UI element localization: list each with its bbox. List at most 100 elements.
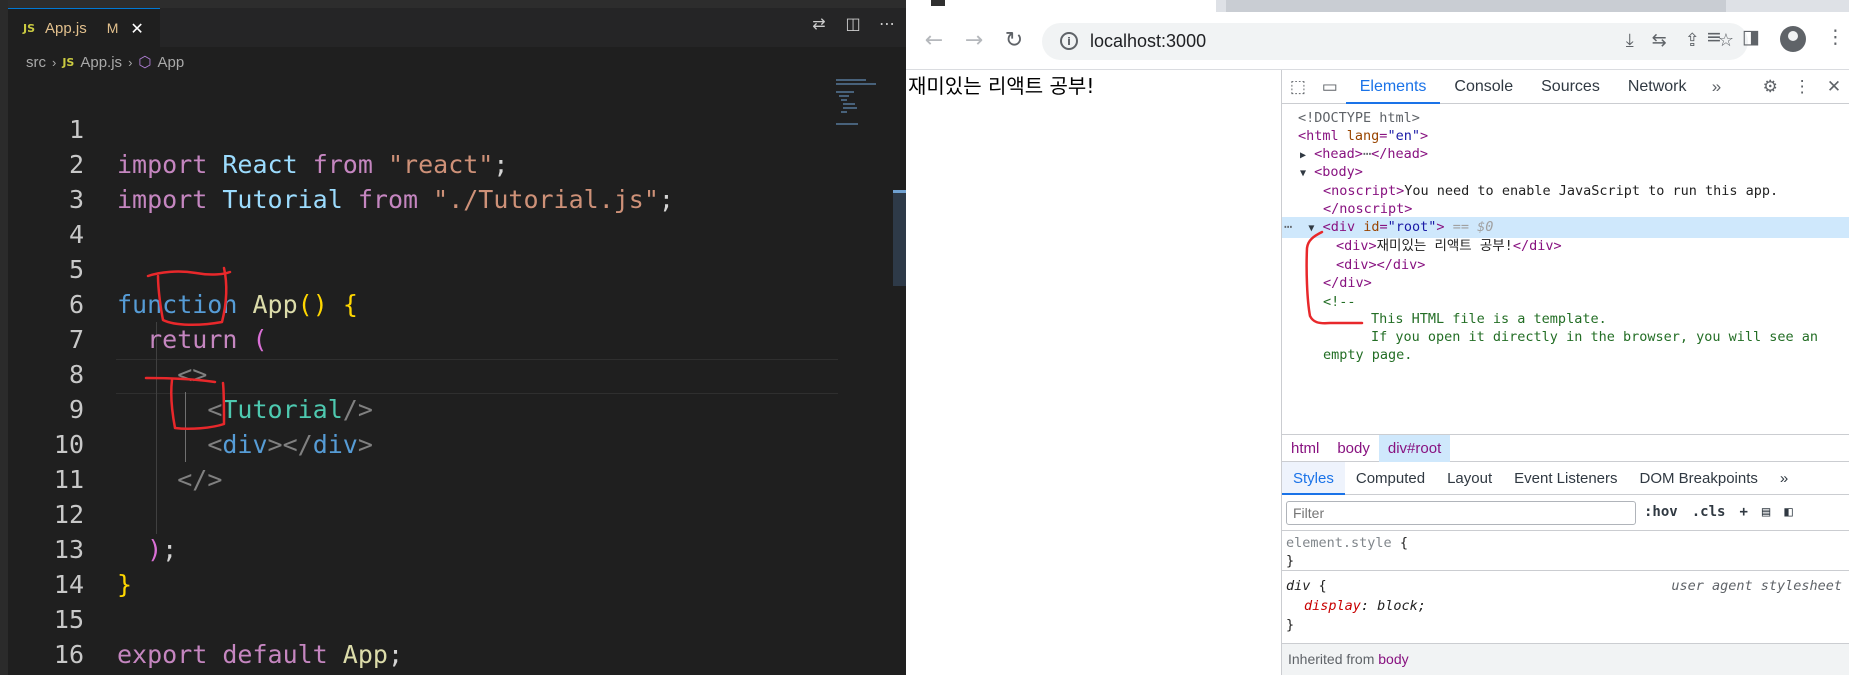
code-line: 2 import Tutorial from "./Tutorial.js"; [8,112,828,214]
code-line: 1 import React from "react"; [8,77,828,179]
side-panel-icon[interactable]: ◨ [1742,26,1760,52]
editor-tab-bar: JS App.js M ✕ ⇄ ◫ ⋯ [8,0,906,47]
url-text: localhost:3000 [1090,31,1207,51]
hover-state-toggle[interactable]: :hov [1644,504,1678,520]
tab-styles[interactable]: Styles [1282,461,1345,495]
code-line: 7 <> [8,287,828,389]
triangle-down-icon: ▼ [1300,168,1307,179]
code-line: 5 function App() { [8,217,828,319]
dom-node[interactable]: </div> [1282,273,1849,294]
code-line: 4 [8,182,828,249]
install-app-icon[interactable]: ⤓ [1626,30,1634,51]
class-toggle[interactable]: .cls [1692,504,1726,520]
breadcrumb-symbol[interactable]: App [158,54,185,71]
code-editor[interactable]: 1 import React from "react"; 2 import Tu… [8,77,906,675]
modified-indicator: M [106,20,119,36]
source-control-icon[interactable]: ⇄ [810,14,828,33]
node-actions-icon: ⋯ [1284,219,1293,235]
javascript-file-icon: JS [23,21,36,35]
tab-app-js[interactable]: JS App.js M ✕ [8,8,160,47]
code-line: 10 </> [8,392,828,494]
share-icon[interactable]: ⇪ [1685,30,1700,51]
browser-actions: ≡ ◨ ⋮ [1706,26,1845,52]
more-icon[interactable]: ⋯ [878,14,896,33]
translate-icon[interactable]: ⇆ [1652,30,1667,51]
devtools-panel: ⬚ ▭ Elements Console Sources Network » ⚙… [1281,70,1849,675]
code-line: 14 [8,532,828,599]
tab-network[interactable]: Network [1614,70,1701,104]
rule-source-link[interactable]: user agent stylesheet [1671,577,1842,596]
tab-console[interactable]: Console [1440,70,1527,104]
browser-tab[interactable] [1226,0,1726,12]
tab-computed[interactable]: Computed [1345,462,1436,495]
page-heading-text: 재미있는 리액트 공부! [908,74,1095,98]
profile-avatar[interactable] [1779,26,1806,52]
more-tabs-icon[interactable]: » [1769,462,1799,495]
tab-layout[interactable]: Layout [1436,462,1503,495]
dom-node-body[interactable]: ▼ <body> [1282,162,1849,183]
paint-icon[interactable]: ▤ [1762,504,1770,520]
breadcrumb: src › JS App.js › ⬡ App [8,47,906,77]
tab-sources[interactable]: Sources [1527,70,1614,104]
web-page-viewport: 재미있는 리액트 공부! [906,70,1281,675]
code-line: 11 [8,427,828,494]
close-icon[interactable]: ✕ [1818,77,1849,97]
code-line: 12 ); [8,462,828,564]
reload-icon[interactable]: ↻ [1000,28,1028,53]
ellipsis-icon: ⋯ [1362,146,1372,162]
inherited-from-row: Inherited from body [1282,644,1849,675]
styles-filter-input[interactable] [1286,501,1636,525]
browser-tab-active[interactable] [906,0,1216,12]
favicon-icon [931,0,945,6]
device-toolbar-icon[interactable]: ▭ [1314,77,1346,97]
crumb-html[interactable]: html [1282,435,1328,462]
dom-node[interactable]: <div>재미있는 리액트 공부!</div> [1282,236,1849,257]
breadcrumb-folder[interactable]: src [26,54,46,71]
line-number: 16 [53,640,84,669]
back-arrow-icon[interactable]: ← [920,28,948,53]
address-bar[interactable]: i localhost:3000 ⤓ ⇆ ⇪ ☆ [1042,23,1748,60]
sidebar-toggle-icon[interactable]: ◧ [1784,504,1792,520]
inspect-element-icon[interactable]: ⬚ [1282,77,1314,97]
info-icon[interactable]: i [1060,32,1078,50]
styles-tab-bar: Styles Computed Layout Event Listeners D… [1282,461,1849,495]
more-tabs-icon[interactable]: » [1701,77,1733,97]
dom-breadcrumb: html body div#root [1282,434,1849,462]
crumb-div-root[interactable]: div#root [1378,434,1451,462]
style-rule-div[interactable]: div { user agent stylesheet display: blo… [1282,571,1849,644]
dom-comment: empty page. [1323,347,1413,363]
inherited-tag-link[interactable]: body [1378,651,1408,667]
dom-tree[interactable]: <!DOCTYPE html> <html lang="en"> ▶ <head… [1282,104,1849,434]
menu-kebab-icon[interactable]: ⋮ [1826,26,1845,52]
browser-tab-strip [906,0,1849,12]
style-rule-element[interactable]: element.style { } [1282,531,1849,571]
vscode-window: JS App.js M ✕ ⇄ ◫ ⋯ src › JS App.js › ⬡ … [0,0,906,675]
gear-icon[interactable]: ⚙ [1754,77,1786,97]
media-control-icon[interactable]: ≡ [1706,26,1722,52]
javascript-file-icon: JS [62,55,75,69]
new-rule-icon[interactable]: + [1739,504,1747,520]
breadcrumb-file[interactable]: App.js [80,54,122,71]
code-line: 9 <div></div> [8,357,828,459]
vertical-scrollbar[interactable] [893,190,906,286]
tab-filename: App.js [45,19,87,37]
chrome-window: ← → ↻ i localhost:3000 ⤓ ⇆ ⇪ ☆ ≡ ◨ ⋮ 재미있… [906,0,1849,675]
tab-event-listeners[interactable]: Event Listeners [1503,462,1628,495]
filter-actions: :hov .cls + ▤ ◧ [1644,504,1793,520]
close-icon[interactable]: ✕ [130,19,143,38]
crumb-body[interactable]: body [1328,435,1379,462]
devtools-tab-bar: ⬚ ▭ Elements Console Sources Network » ⚙… [1282,70,1849,104]
code-line: 6 return ( [8,252,828,354]
minimap[interactable] [836,77,896,137]
chevron-right-icon: › [128,54,133,70]
tab-elements[interactable]: Elements [1345,70,1441,104]
code-line: 15 export default App; [8,567,828,669]
dom-node-root-selected[interactable]: ⋯ ▼ <div id="root"> == $0 [1282,217,1849,238]
code-line: 8 <Tutorial/> [8,322,828,424]
forward-arrow-icon[interactable]: → [960,28,988,53]
split-editor-icon[interactable]: ◫ [844,14,862,33]
editor-actions: ⇄ ◫ ⋯ [810,14,896,33]
tab-dom-breakpoints[interactable]: DOM Breakpoints [1629,462,1769,495]
scrollbar-marker [893,190,906,193]
kebab-menu-icon[interactable]: ⋮ [1786,77,1818,97]
